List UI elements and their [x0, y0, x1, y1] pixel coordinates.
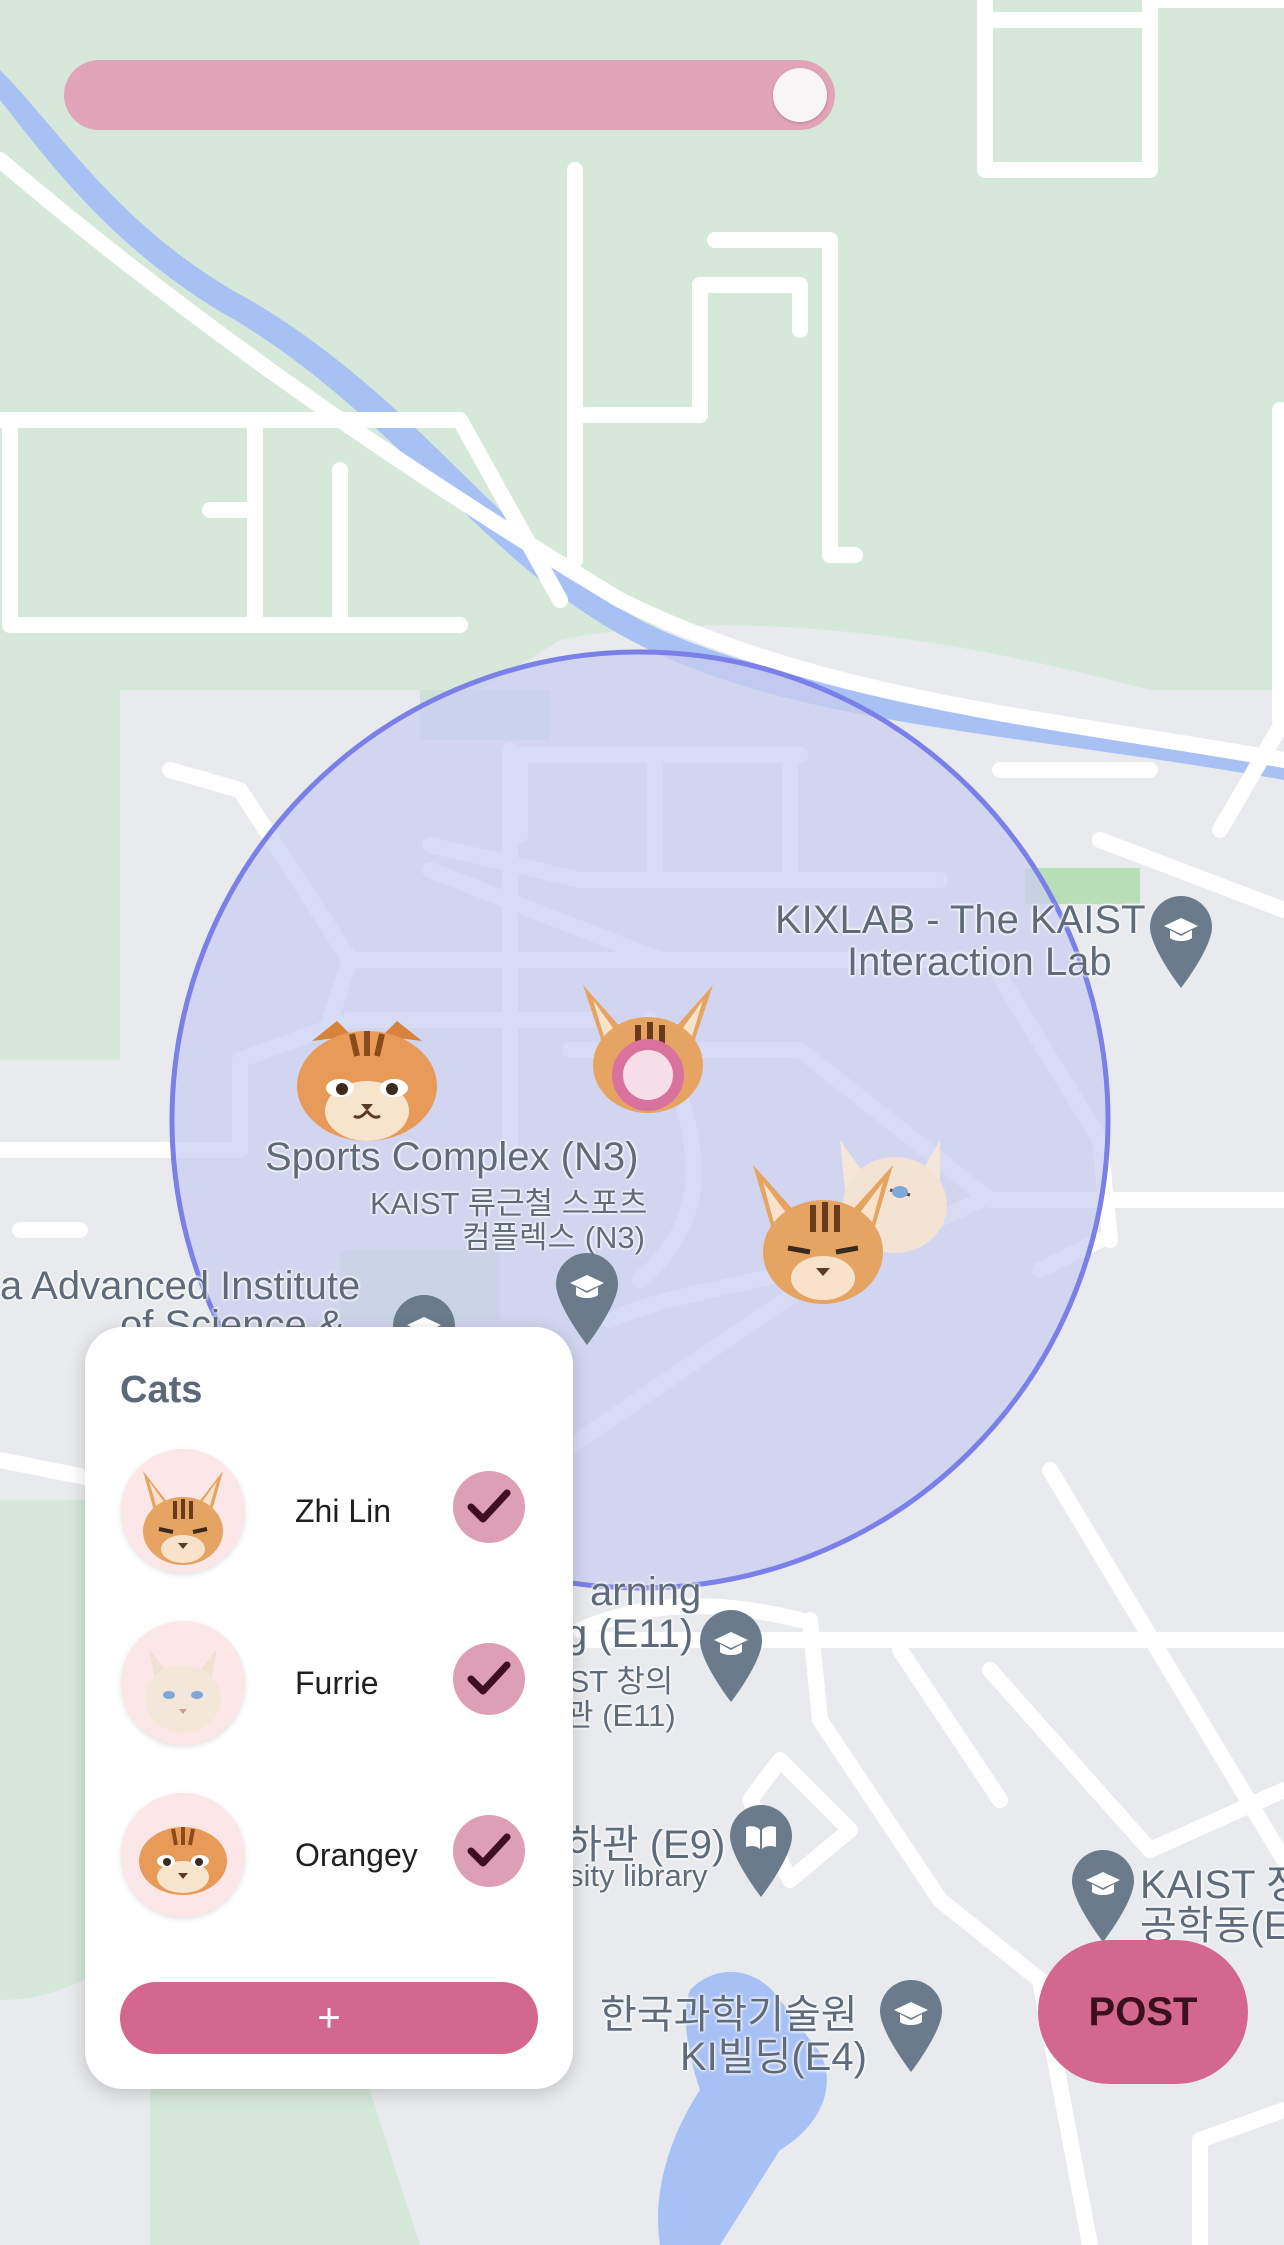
cat-checkbox[interactable] [453, 1471, 525, 1543]
checkmark-icon [467, 1489, 511, 1523]
post-button[interactable]: POST [1038, 1940, 1248, 2084]
cat-row-orangey[interactable]: Orangey [85, 1793, 573, 1923]
checkmark-icon [467, 1833, 511, 1867]
cat-name: Zhi Lin [295, 1493, 392, 1529]
library-pin-icon[interactable] [730, 1805, 792, 1897]
cat-checkbox[interactable] [453, 1815, 525, 1887]
map-label-sports-ko-sub: 컴플렉스 (N3) [462, 1220, 645, 1255]
zhi-lin-map-marker-icon[interactable] [748, 1160, 898, 1310]
white-cat-icon [145, 1649, 221, 1733]
zhi-lin-map-marker-icon[interactable] [578, 980, 718, 1115]
cat-row-zhi-lin[interactable]: Zhi Lin [85, 1449, 573, 1579]
add-cat-button[interactable]: + [120, 1982, 538, 2054]
panel-title: Cats [120, 1369, 203, 1411]
slider-knob[interactable] [773, 68, 827, 122]
school-pin-icon[interactable] [700, 1610, 762, 1702]
orangey-map-marker-icon[interactable] [292, 1016, 442, 1146]
cat-name: Furrie [295, 1665, 379, 1701]
map-label-kixlab: KIXLAB - The KAIST [775, 898, 1146, 942]
school-pin-icon[interactable] [880, 1980, 942, 2072]
cat-name: Orangey [295, 1837, 418, 1873]
cats-panel: Cats Zhi Lin Furrie Orangey + [85, 1327, 573, 2089]
cat-avatar [121, 1449, 245, 1573]
map-label-learning-ko-sub: 관 (E11) [565, 1698, 676, 1733]
cat-avatar [121, 1621, 245, 1745]
map-label-library-sub: sity library [568, 1858, 708, 1893]
school-pin-icon[interactable] [1150, 896, 1212, 988]
map-label-kixlab-sub: Interaction Lab [847, 940, 1112, 984]
scottish-fold-cat-icon [139, 1827, 227, 1895]
map-label-ki-building-sub: KI빌딩(E4) [680, 2035, 867, 2079]
checkmark-icon [467, 1661, 511, 1695]
cat-avatar [121, 1793, 245, 1917]
school-pin-icon[interactable] [1072, 1850, 1134, 1942]
map-label-learning-code: g (E11) [565, 1612, 694, 1656]
cat-checkbox[interactable] [453, 1643, 525, 1715]
school-pin-icon[interactable] [556, 1253, 618, 1345]
radius-slider[interactable] [64, 60, 835, 130]
map-label-learning: arning [590, 1570, 702, 1614]
abyssinian-cat-icon [143, 1471, 223, 1565]
cat-row-furrie[interactable]: Furrie [85, 1621, 573, 1751]
